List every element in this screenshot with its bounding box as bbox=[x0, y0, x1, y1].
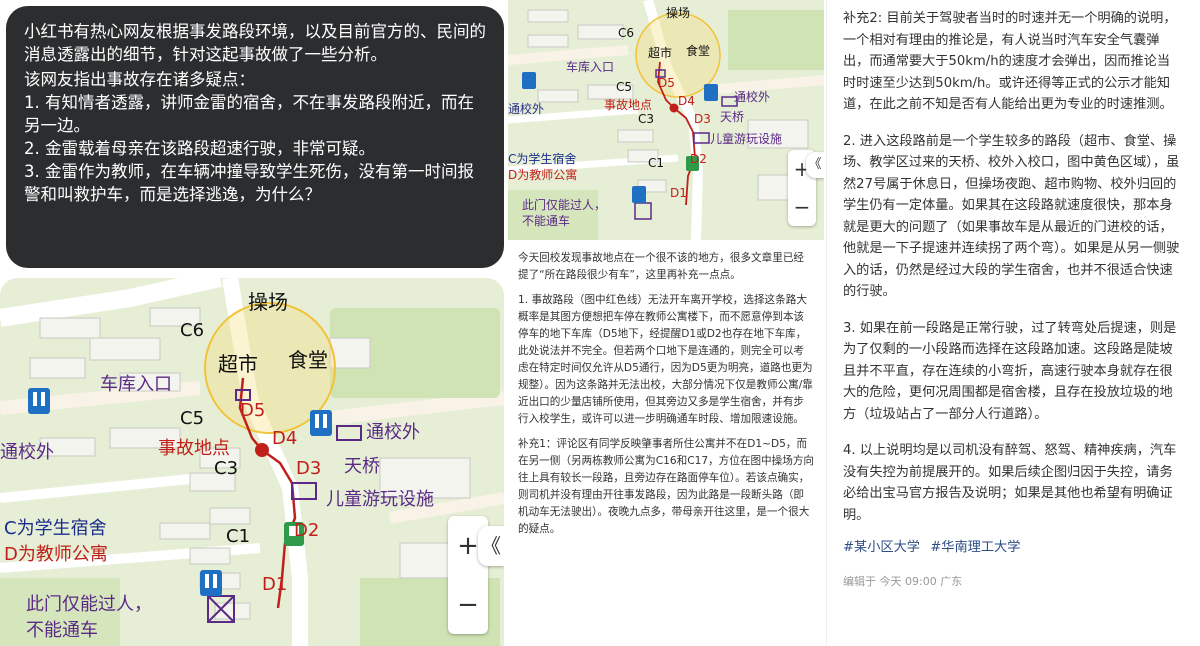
campus-map-small[interactable]: 操场 C6 超市 食堂 车库入口 D5 通校外 C5 事故地点 D4 通校外 天… bbox=[508, 0, 824, 240]
label-gate-note-line1: 此门仅能过人， bbox=[522, 198, 607, 212]
bubble-paragraph-intro: 小红书有热心网友根据事发路段环境，以及目前官方的、民间的消息透露出的细节，针对这… bbox=[24, 22, 486, 64]
chat-bubble: 小红书有热心网友根据事发路段环境，以及目前官方的、民间的消息透露出的细节，针对这… bbox=[6, 6, 504, 268]
article-text-middle: 今天回校发现事故地点在一个很不该的地方，很多文章里已经提了“所在路段很少有车”，… bbox=[508, 246, 824, 646]
label-c1: C1 bbox=[226, 526, 251, 547]
label-to-outside-right: 通校外 bbox=[366, 422, 420, 443]
label-to-outside-left: 通校外 bbox=[0, 442, 54, 463]
article-paragraph: 1. 事故路段（图中红色线）无法开车离开学校，选择这条路大概率是其图方便想把车停… bbox=[518, 294, 813, 425]
label-d2: D2 bbox=[690, 152, 707, 166]
label-d1: D1 bbox=[670, 186, 687, 200]
campus-map-large[interactable]: 操场 C6 超市 食堂 车库入口 D5 通校外 C5 事故地点 D4 通校外 天… bbox=[0, 278, 504, 646]
label-garage-entrance: 车库入口 bbox=[100, 374, 172, 395]
label-gate-note-line2: 不能通车 bbox=[522, 214, 571, 228]
zoom-out-button[interactable]: − bbox=[457, 590, 479, 620]
label-d2: D2 bbox=[294, 520, 320, 541]
label-accident-site: 事故地点 bbox=[604, 98, 653, 112]
label-supermarket: 超市 bbox=[648, 46, 673, 60]
article-paragraph: 补充1：评论区有同学反映肇事者所住公寓并不在D1~D5，而在另一侧（另两栋教师公… bbox=[518, 438, 815, 535]
article-paragraph: 补充2: 目前关于驾驶者当时的时速并无一个明确的说明，一个相对有理由的推论是，有… bbox=[843, 11, 1177, 112]
label-d5: D5 bbox=[658, 76, 675, 90]
label-overpass: 天桥 bbox=[344, 456, 380, 477]
label-c3: C3 bbox=[638, 112, 655, 126]
label-supermarket: 超市 bbox=[218, 352, 258, 376]
label-to-outside-left: 通校外 bbox=[508, 102, 545, 116]
expand-panel-button[interactable]: 《 bbox=[806, 152, 824, 178]
label-c6: C6 bbox=[618, 26, 635, 40]
label-d4: D4 bbox=[678, 94, 695, 108]
bubble-list-item: 3. 金雷作为教师，在车辆冲撞导致学生死伤，没有第一时间报警和叫救护车，而是选择… bbox=[24, 162, 474, 204]
bubble-list-item: 2. 金雷载着母亲在该路段超速行驶，非常可疑。 bbox=[24, 139, 375, 158]
label-d5: D5 bbox=[240, 400, 266, 421]
article-paragraph: 今天回校发现事故地点在一个很不该的地方，很多文章里已经提了“所在路段很少有车”，… bbox=[518, 252, 805, 281]
label-overpass: 天桥 bbox=[720, 110, 745, 124]
label-gate-note-line2: 不能通车 bbox=[26, 620, 98, 641]
legend-d-apartment: D为教师公寓 bbox=[4, 544, 108, 565]
zoom-in-button[interactable]: + bbox=[457, 531, 479, 561]
label-to-outside-right: 通校外 bbox=[734, 90, 771, 104]
label-d3: D3 bbox=[694, 112, 711, 126]
zoom-out-button[interactable]: − bbox=[794, 195, 811, 219]
label-gate-note-line1: 此门仅能过人， bbox=[26, 594, 152, 615]
legend-c-dormitory: C为学生宿舍 bbox=[4, 518, 107, 539]
label-c5: C5 bbox=[180, 408, 205, 429]
label-c5: C5 bbox=[616, 80, 633, 94]
bubble-list-item: 1. 有知情者透露，讲师金雷的宿舍，不在事发路段附近，而在另一边。 bbox=[24, 93, 474, 135]
label-d1: D1 bbox=[262, 574, 288, 595]
bubble-paragraph-doubts: 该网友指出事故存在诸多疑点： bbox=[24, 70, 255, 89]
label-playground: 操场 bbox=[666, 6, 691, 20]
label-canteen: 食堂 bbox=[288, 348, 328, 372]
label-playground: 操场 bbox=[248, 290, 288, 314]
legend-c-dormitory: C为学生宿舍 bbox=[508, 152, 577, 166]
label-d4: D4 bbox=[272, 428, 298, 449]
label-c3: C3 bbox=[214, 458, 239, 479]
hashtag-link[interactable]: #某小区大学 bbox=[843, 540, 920, 555]
article-text-right: 补充2: 目前关于驾驶者当时的时速并无一个明确的说明，一个相对有理由的推论是，有… bbox=[826, 0, 1200, 646]
article-paragraph: 4. 以上说明均是以司机没有醉驾、怒驾、精神疾病，汽车没有失控为前提展开的。如果… bbox=[843, 443, 1177, 523]
hashtag-link[interactable]: #华南理工大学 bbox=[930, 540, 1020, 555]
label-playground-facility: 儿童游玩设施 bbox=[710, 132, 783, 146]
label-canteen: 食堂 bbox=[686, 44, 711, 58]
label-playground-facility: 儿童游玩设施 bbox=[326, 489, 434, 510]
edit-meta: 编辑于 今天 09:00 广东 bbox=[843, 574, 963, 588]
article-paragraph: 3. 如果在前一段路是正常行驶，过了转弯处后提速，则是为了仅剩的一小段路而选择在… bbox=[843, 320, 1177, 422]
label-c6: C6 bbox=[180, 320, 205, 341]
label-c1: C1 bbox=[648, 156, 665, 170]
label-accident-site: 事故地点 bbox=[158, 438, 230, 459]
label-d3: D3 bbox=[296, 458, 322, 479]
article-paragraph: 2. 进入这段路前是一个学生较多的路段（超市、食堂、操场、教学区过来的天桥、校外… bbox=[843, 133, 1180, 300]
hashtag-list: #某小区大学 #华南理工大学 bbox=[843, 537, 1182, 559]
label-garage-entrance: 车库入口 bbox=[566, 60, 615, 74]
legend-d-apartment: D为教师公寓 bbox=[508, 168, 578, 182]
expand-panel-button[interactable]: 《 bbox=[478, 526, 504, 566]
